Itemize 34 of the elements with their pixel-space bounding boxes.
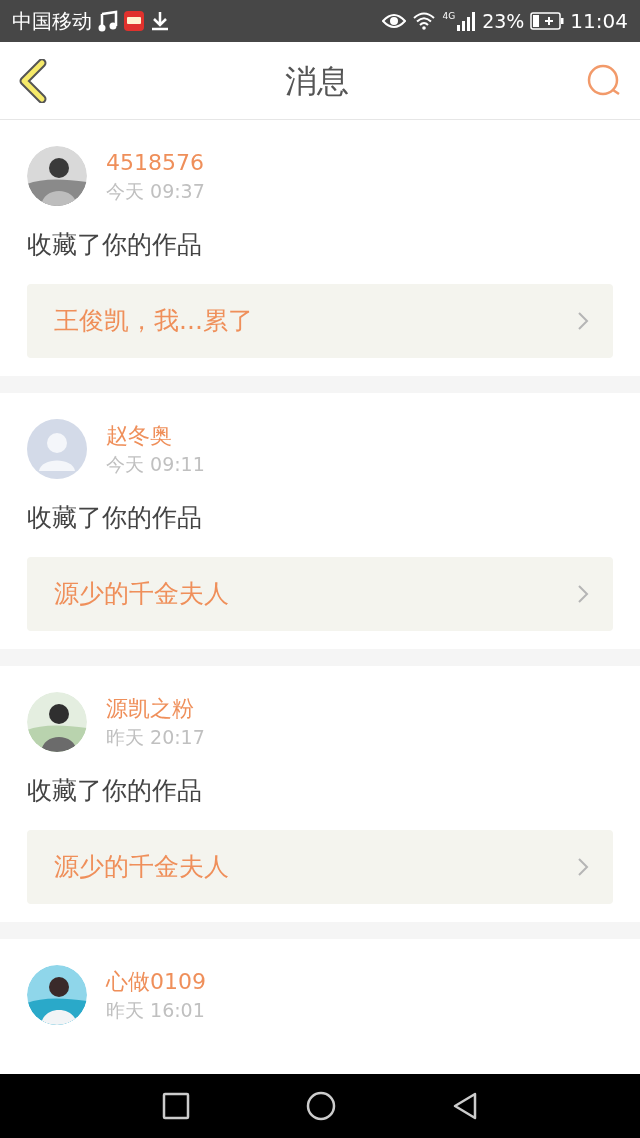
message-time: 昨天 20:17 [106,725,205,750]
user-name[interactable]: 心做0109 [106,967,206,997]
chevron-right-icon [577,857,589,877]
work-link[interactable]: 源少的千金夫人 [27,830,613,904]
user-name[interactable]: 赵冬奥 [106,421,205,451]
default-avatar-icon [27,419,87,479]
recent-apps-icon[interactable] [162,1092,190,1120]
message-time: 昨天 16:01 [106,998,206,1023]
clock: 11:04 [570,8,628,35]
message-text: 收藏了你的作品 [27,229,203,261]
home-icon[interactable] [306,1091,336,1121]
eye-icon [382,12,407,30]
signal-icon [456,11,477,31]
page-title: 消息 [285,60,349,102]
user-name[interactable]: 4518576 [106,148,205,178]
message-time: 今天 09:37 [106,179,205,204]
download-icon [150,11,170,31]
message-text: 收藏了你的作品 [27,502,203,534]
back-triangle-icon[interactable] [452,1091,478,1121]
back-icon[interactable] [18,58,48,103]
battery-percent: 23% [482,8,525,34]
app-notification-icon [124,11,144,31]
music-note-icon [98,10,118,32]
wifi-icon [412,12,437,30]
user-name[interactable]: 源凯之粉 [106,694,205,724]
battery-icon [530,12,565,30]
network-type: 4G [442,11,456,21]
chevron-right-icon [577,584,589,604]
message-text: 收藏了你的作品 [27,775,203,807]
chevron-right-icon [577,311,589,331]
message-time: 今天 09:11 [106,452,205,477]
work-link[interactable]: 王俊凯，我...累了 [27,284,613,358]
work-link[interactable]: 源少的千金夫人 [27,557,613,631]
carrier-name: 中国移动 [12,8,92,35]
